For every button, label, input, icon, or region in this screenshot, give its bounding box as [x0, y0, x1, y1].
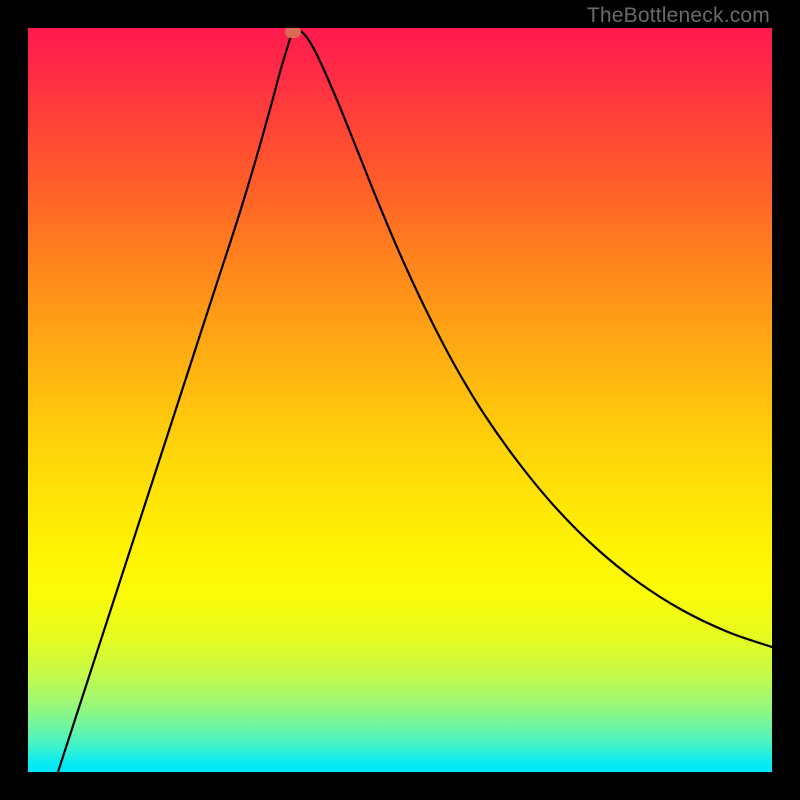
minimum-marker: [285, 28, 301, 38]
bottleneck-curve-path: [58, 30, 772, 772]
plot-area: [28, 28, 772, 772]
curve-svg: [28, 28, 772, 772]
chart-container: TheBottleneck.com: [0, 0, 800, 800]
watermark-text: TheBottleneck.com: [587, 4, 770, 28]
